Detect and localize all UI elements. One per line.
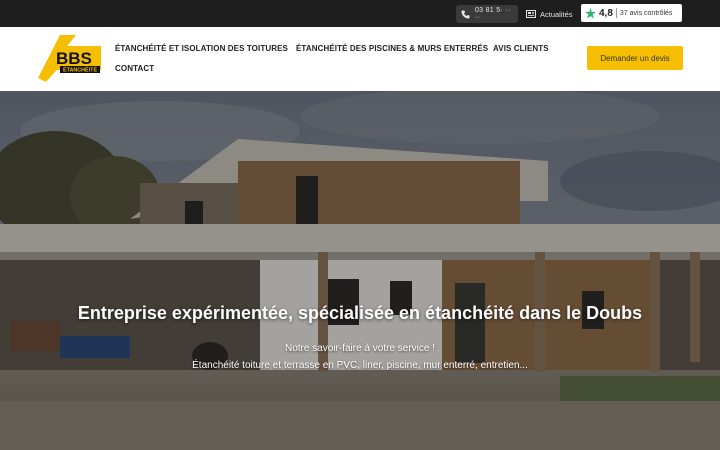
phone-number: 03 81 5· ·· ·· [474,7,511,21]
bbs-logo[interactable]: BBS ÉTANCHÉITÉ [36,33,104,83]
logo-lightning-icon: BBS ÉTANCHÉITÉ [38,35,101,82]
top-bar: 03 81 5· ·· ·· Actualités 4,8 37 avis co… [0,0,720,27]
hero-section: Entreprise expérimentée, spécialisée en … [0,91,720,450]
nav-item-toitures[interactable]: Étanchéité et isolation des toitures [115,44,288,53]
newspaper-icon [526,10,536,18]
news-link[interactable]: Actualités [526,6,573,22]
rating-separator [615,8,617,18]
logo-sub-text: ÉTANCHÉITÉ [63,66,97,74]
site-header: BBS ÉTANCHÉITÉ Étanchéité et isolation d… [0,27,720,91]
hero-subtitle-1: Notre savoir-faire à votre service ! [284,343,436,354]
request-quote-button[interactable]: Demander un devis [587,46,683,70]
hero-subtitle-2: Étanchéité toiture et terrasse en PVC, l… [192,360,528,371]
nav-item-piscines[interactable]: Étanchéité des piscines & murs enterrés [296,44,488,53]
logo-main-text: BBS [56,49,92,68]
nav-item-contact[interactable]: Contact [115,64,154,73]
rating-score: 4,8 [599,7,613,19]
rating-count: 37 avis contrôlés [619,9,673,17]
nav-item-avis[interactable]: Avis clients [493,44,549,53]
phone-icon [461,9,470,19]
phone-button[interactable]: 03 81 5· ·· ·· [456,5,518,23]
hero-house-photo [0,91,720,450]
news-label: Actualités [540,9,573,19]
hero-title: Entreprise expérimentée, spécialisée en … [77,303,643,323]
rating-badge[interactable]: 4,8 37 avis contrôlés [581,4,682,22]
star-logo-icon [585,7,596,19]
